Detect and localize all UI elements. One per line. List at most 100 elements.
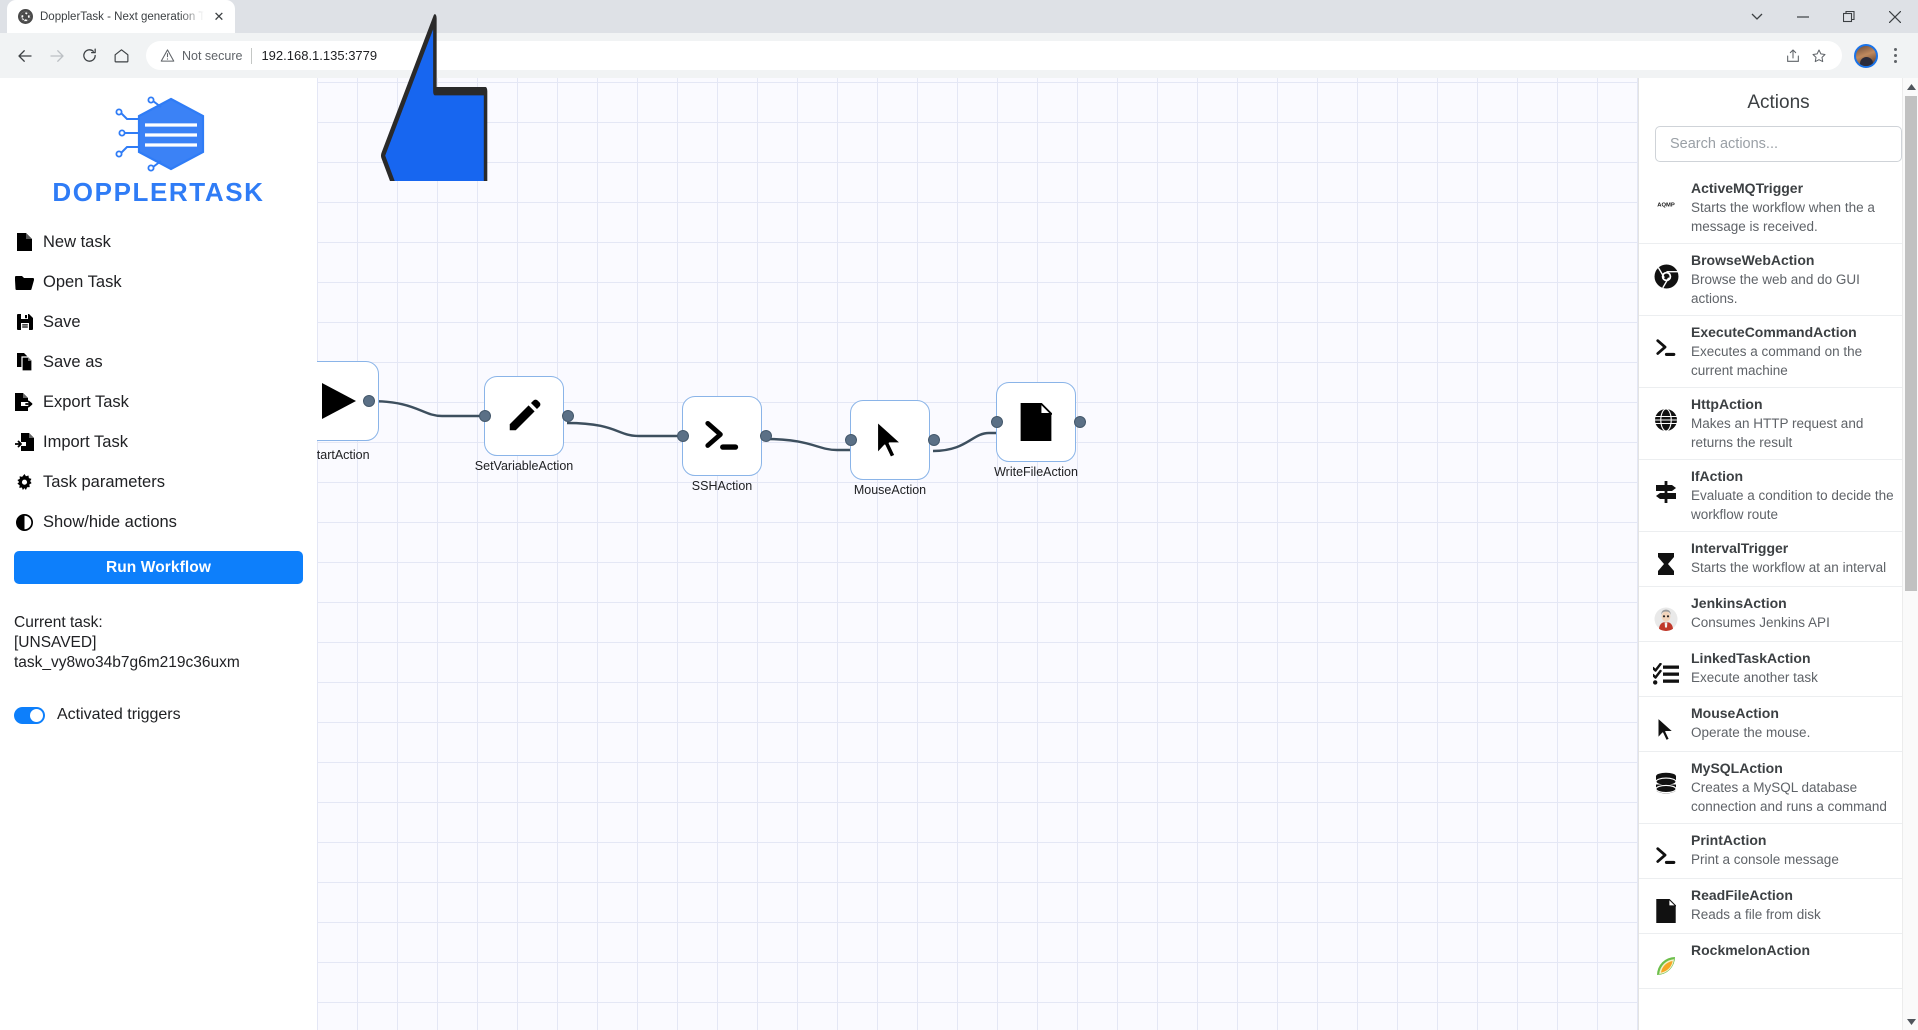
minimize-icon[interactable]	[1780, 0, 1826, 33]
floppy-disk-icon	[15, 313, 34, 332]
scrollbar-thumb[interactable]	[1905, 96, 1917, 591]
sidebar-item-import-task[interactable]: Import Task	[14, 422, 303, 462]
maximize-icon[interactable]	[1826, 0, 1872, 33]
action-item-browsewebaction[interactable]: BrowseWebAction Browse the web and do GU…	[1639, 244, 1918, 316]
action-item-intervaltrigger[interactable]: IntervalTrigger Starts the workflow at a…	[1639, 532, 1918, 587]
sidebar-item-label: Import Task	[43, 432, 128, 451]
file-import-icon	[15, 433, 34, 452]
back-arrow-icon[interactable]	[10, 41, 40, 71]
omnibox-divider	[251, 47, 253, 64]
terminal-icon	[1651, 841, 1681, 871]
cursor-icon	[1651, 714, 1681, 744]
action-item-activemqtrigger[interactable]: AQMP ActiveMQTrigger Starts the workflow…	[1639, 172, 1918, 244]
action-texts: RockmelonAction	[1691, 941, 1906, 960]
action-name: RockmelonAction	[1691, 942, 1811, 958]
tab-search-icon[interactable]	[1734, 0, 1780, 33]
kebab-menu-icon[interactable]	[1882, 41, 1908, 71]
workflow-node-sshaction[interactable]	[682, 396, 762, 476]
node-input-port[interactable]	[479, 410, 491, 422]
action-item-readfileaction[interactable]: ReadFileAction Reads a file from disk	[1639, 879, 1918, 934]
url-text: 192.168.1.135:3779	[261, 48, 378, 63]
current-task-id: task_vy8wo34b7g6m219c36uxm	[14, 654, 240, 671]
page-viewport: DOPPLERTASK New task Open Task Save Save…	[0, 14, 1918, 1030]
action-texts: LinkedTaskAction Execute another task	[1691, 649, 1906, 687]
close-icon[interactable]	[1872, 0, 1918, 33]
node-input-port[interactable]	[991, 416, 1003, 428]
action-name: IfAction	[1691, 468, 1744, 484]
scroll-up-arrow-icon[interactable]	[1903, 78, 1918, 95]
sidebar-item-show-hide-actions[interactable]: Show/hide actions	[14, 502, 303, 542]
action-item-linkedtaskaction[interactable]: LinkedTaskAction Execute another task	[1639, 642, 1918, 697]
search-input[interactable]	[1668, 135, 1889, 153]
action-description: Print a console message	[1691, 852, 1839, 867]
action-name: BrowseWebAction	[1691, 252, 1815, 268]
action-texts: ExecuteCommandAction Executes a command …	[1691, 323, 1906, 380]
action-name: MouseAction	[1691, 705, 1779, 721]
search-actions-box[interactable]	[1655, 126, 1902, 162]
reload-icon[interactable]	[74, 41, 104, 71]
sidebar-item-save-as[interactable]: Save as	[14, 342, 303, 382]
workflow-canvas[interactable]: StartAction SetVariableAction SSHAction	[317, 78, 1638, 1030]
sidebar-item-task-parameters[interactable]: Task parameters	[14, 462, 303, 502]
sidebar-item-export-task[interactable]: Export Task	[14, 382, 303, 422]
action-item-ifaction[interactable]: IfAction Evaluate a condition to decide …	[1639, 460, 1918, 532]
action-name: LinkedTaskAction	[1691, 650, 1811, 666]
workflow-node-writefileaction[interactable]	[996, 382, 1076, 462]
sidebar-item-label: Task parameters	[43, 472, 165, 491]
node-output-port[interactable]	[562, 410, 574, 422]
action-item-executecommandaction[interactable]: ExecuteCommandAction Executes a command …	[1639, 316, 1918, 388]
action-description: Starts the workflow at an interval	[1691, 560, 1887, 575]
actions-list: AQMP ActiveMQTrigger Starts the workflow…	[1639, 172, 1918, 989]
close-icon[interactable]: ✕	[211, 9, 227, 25]
actions-panel-scrollbar[interactable]	[1902, 78, 1918, 1030]
node-input-port[interactable]	[677, 430, 689, 442]
cursor-icon	[875, 420, 905, 460]
node-output-port[interactable]	[363, 395, 375, 407]
browser-tab[interactable]: DopplerTask - Next generation Ta ✕	[7, 0, 235, 33]
workflow-node-mouseaction[interactable]	[850, 400, 930, 480]
current-task-label: Current task:	[14, 614, 103, 631]
action-description: Consumes Jenkins API	[1691, 615, 1830, 630]
activated-triggers-label: Activated triggers	[57, 706, 181, 723]
action-item-mouseaction[interactable]: MouseAction Operate the mouse.	[1639, 697, 1918, 752]
share-icon[interactable]	[1780, 43, 1806, 69]
run-workflow-button[interactable]: Run Workflow	[14, 551, 303, 584]
sidebar-item-save[interactable]: Save	[14, 302, 303, 342]
action-description: Executes a command on the current machin…	[1691, 344, 1863, 378]
sidebar-item-open-task[interactable]: Open Task	[14, 262, 303, 302]
checklist-icon	[1651, 659, 1681, 689]
workflow-node-setvariableaction[interactable]	[484, 376, 564, 456]
action-item-rockmelonaction[interactable]: RockmelonAction	[1639, 934, 1918, 989]
activated-triggers-toggle[interactable]	[14, 706, 45, 724]
action-item-httpaction[interactable]: HttpAction Makes an HTTP request and ret…	[1639, 388, 1918, 460]
action-description: Evaluate a condition to decide the workf…	[1691, 488, 1894, 522]
node-input-port[interactable]	[845, 434, 857, 446]
scroll-down-arrow-icon[interactable]	[1903, 1013, 1918, 1030]
action-texts: MouseAction Operate the mouse.	[1691, 704, 1906, 742]
node-output-port[interactable]	[1074, 416, 1086, 428]
avatar[interactable]	[1854, 43, 1878, 68]
sidebar-item-new-task[interactable]: New task	[14, 222, 303, 262]
sidebar-item-label: Export Task	[43, 392, 129, 411]
sidebar-item-label: Save	[43, 312, 81, 331]
star-icon[interactable]	[1806, 43, 1832, 69]
action-item-mysqlaction[interactable]: MySQLAction Creates a MySQL database con…	[1639, 752, 1918, 824]
browser-window: DopplerTask - Next generation Ta ✕ Not s…	[0, 0, 1918, 1030]
node-output-port[interactable]	[928, 434, 940, 446]
app-sidebar: DOPPLERTASK New task Open Task Save Save…	[0, 78, 317, 1030]
action-description: Starts the workflow when the a message i…	[1691, 200, 1875, 234]
home-icon[interactable]	[106, 41, 136, 71]
node-output-port[interactable]	[760, 430, 772, 442]
action-texts: PrintAction Print a console message	[1691, 831, 1906, 869]
activemq-icon: AQMP	[1651, 189, 1681, 219]
action-description: Makes an HTTP request and returns the re…	[1691, 416, 1864, 450]
pencil-icon	[505, 397, 543, 435]
terminal-icon	[1651, 333, 1681, 363]
action-item-printaction[interactable]: PrintAction Print a console message	[1639, 824, 1918, 879]
action-item-jenkinsaction[interactable]: JenkinsAction Consumes Jenkins API	[1639, 587, 1918, 642]
address-bar[interactable]: Not secure 192.168.1.135:3779	[146, 41, 1842, 70]
workflow-edges	[368, 399, 999, 453]
actions-panel: Actions AQMP ActiveMQTrigger Starts the …	[1638, 78, 1918, 1030]
activated-triggers-row[interactable]: Activated triggers	[14, 706, 303, 724]
action-name: HttpAction	[1691, 396, 1763, 412]
